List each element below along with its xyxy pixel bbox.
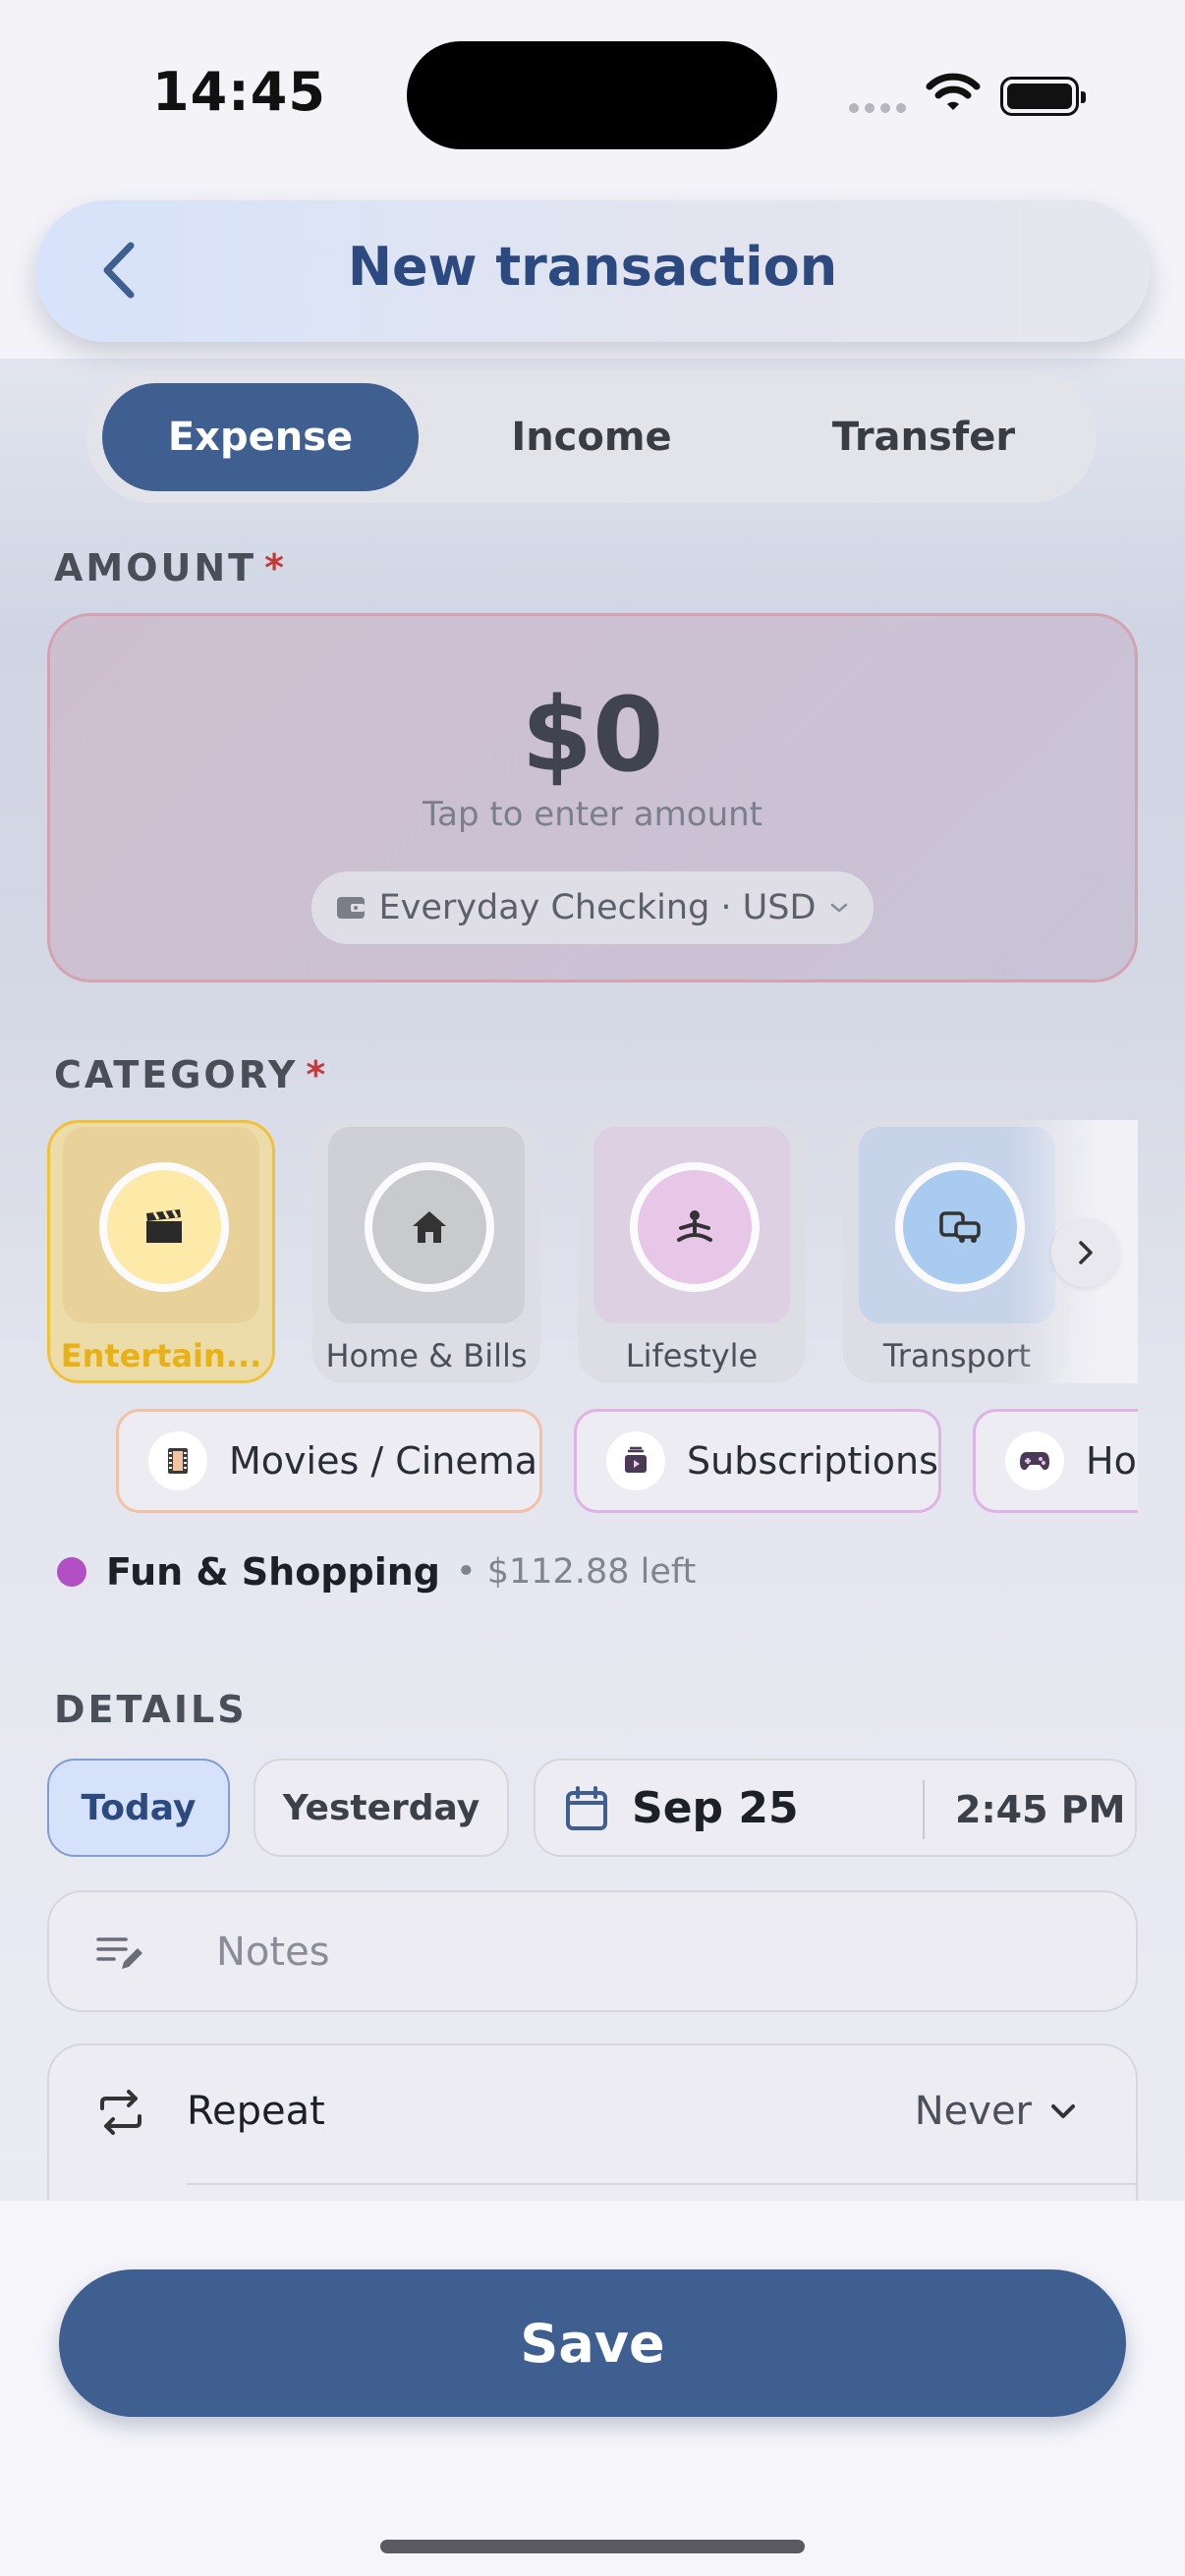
budget-name: Fun & Shopping bbox=[106, 1550, 440, 1594]
subcategory-movies[interactable]: Movies / Cinema bbox=[116, 1409, 542, 1513]
row-divider bbox=[187, 2183, 1136, 2185]
date-time-divider bbox=[923, 1780, 925, 1839]
category-label: Entertain... bbox=[60, 1337, 262, 1374]
cellular-signal-icon bbox=[849, 103, 906, 113]
date-yesterday-chip[interactable]: Yesterday bbox=[254, 1759, 509, 1857]
account-selector[interactable]: Everyday Checking · USD bbox=[311, 871, 874, 944]
chevron-down-icon bbox=[831, 903, 848, 913]
vehicles-icon bbox=[895, 1162, 1025, 1292]
save-button[interactable]: Save bbox=[59, 2269, 1126, 2417]
amount-hint: Tap to enter amount bbox=[423, 795, 762, 834]
header-bar: New transaction bbox=[35, 200, 1150, 342]
category-label: Lifestyle bbox=[625, 1337, 759, 1374]
subscription-icon bbox=[606, 1431, 665, 1490]
subcategory-hobbies[interactable]: Hobbies bbox=[973, 1409, 1138, 1513]
home-icon bbox=[365, 1162, 494, 1292]
amount-value: $0 bbox=[521, 675, 664, 795]
subcategory-label: Movies / Cinema bbox=[229, 1439, 538, 1483]
required-mark: * bbox=[264, 546, 287, 589]
amount-label-text: AMOUNT bbox=[54, 546, 257, 589]
time-value[interactable]: 2:45 PM bbox=[955, 1788, 1125, 1831]
repeat-select[interactable]: Never bbox=[915, 2089, 1077, 2134]
tab-transfer[interactable]: Transfer bbox=[764, 383, 1083, 491]
budget-summary: Fun & Shopping • $112.88 left bbox=[57, 1550, 696, 1594]
page-title: New transaction bbox=[347, 236, 838, 298]
home-indicator[interactable] bbox=[380, 2540, 805, 2553]
budget-remaining: • $112.88 left bbox=[455, 1552, 697, 1592]
date-value[interactable]: Sep 25 bbox=[632, 1783, 799, 1833]
dynamic-island bbox=[407, 41, 777, 149]
subcategory-label: Subscriptions bbox=[687, 1439, 938, 1483]
subcategory-label: Hobbies bbox=[1086, 1439, 1138, 1483]
repeat-icon bbox=[100, 2090, 141, 2135]
category-section-label: CATEGORY * bbox=[54, 1053, 328, 1096]
category-lifestyle[interactable]: Lifestyle bbox=[578, 1120, 806, 1383]
category-label: Home & Bills bbox=[325, 1337, 528, 1374]
wifi-icon bbox=[926, 73, 981, 118]
tab-income[interactable]: Income bbox=[432, 383, 751, 491]
amount-input-card[interactable]: $0 Tap to enter amount Everyday Checking… bbox=[47, 613, 1138, 982]
wallet-icon bbox=[336, 897, 365, 919]
subcategory-subscriptions[interactable]: Subscriptions bbox=[574, 1409, 941, 1513]
gamepad-icon bbox=[1005, 1431, 1064, 1490]
battery-icon bbox=[1000, 77, 1086, 116]
subcategory-carousel: Movies / Cinema Subscriptions Hobbies bbox=[47, 1407, 1138, 1517]
film-icon bbox=[148, 1431, 207, 1490]
notes-field[interactable]: Notes bbox=[47, 1890, 1138, 2012]
category-label-text: CATEGORY bbox=[54, 1053, 299, 1096]
category-next-button[interactable] bbox=[1051, 1218, 1120, 1287]
calendar-icon bbox=[566, 1786, 607, 1830]
category-home-bills[interactable]: Home & Bills bbox=[312, 1120, 540, 1383]
required-mark: * bbox=[306, 1053, 329, 1096]
amount-section-label: AMOUNT * bbox=[54, 546, 287, 589]
notes-edit-icon bbox=[96, 1937, 142, 1969]
tab-expense[interactable]: Expense bbox=[102, 383, 419, 491]
category-entertainment[interactable]: Entertain... bbox=[47, 1120, 275, 1383]
chevron-right-icon bbox=[1079, 1241, 1093, 1264]
budget-color-dot bbox=[57, 1557, 86, 1587]
account-label: Everyday Checking · USD bbox=[378, 888, 817, 927]
repeat-label: Repeat bbox=[187, 2089, 325, 2134]
meditation-icon bbox=[630, 1162, 760, 1292]
repeat-value: Never bbox=[914, 2089, 1032, 2134]
chevron-down-icon bbox=[1051, 2104, 1075, 2118]
status-time: 14:45 bbox=[152, 61, 326, 123]
clapperboard-icon bbox=[99, 1162, 229, 1292]
date-time-picker[interactable]: Sep 25 2:45 PM bbox=[534, 1759, 1137, 1857]
date-today-chip[interactable]: Today bbox=[47, 1759, 230, 1857]
details-section-label: DETAILS bbox=[54, 1688, 248, 1731]
transaction-type-control: Expense Income Transfer bbox=[86, 371, 1097, 503]
category-carousel: Entertain... Home & Bills Lifestyle Tran… bbox=[47, 1120, 1138, 1385]
notes-placeholder: Notes bbox=[216, 1930, 330, 1975]
